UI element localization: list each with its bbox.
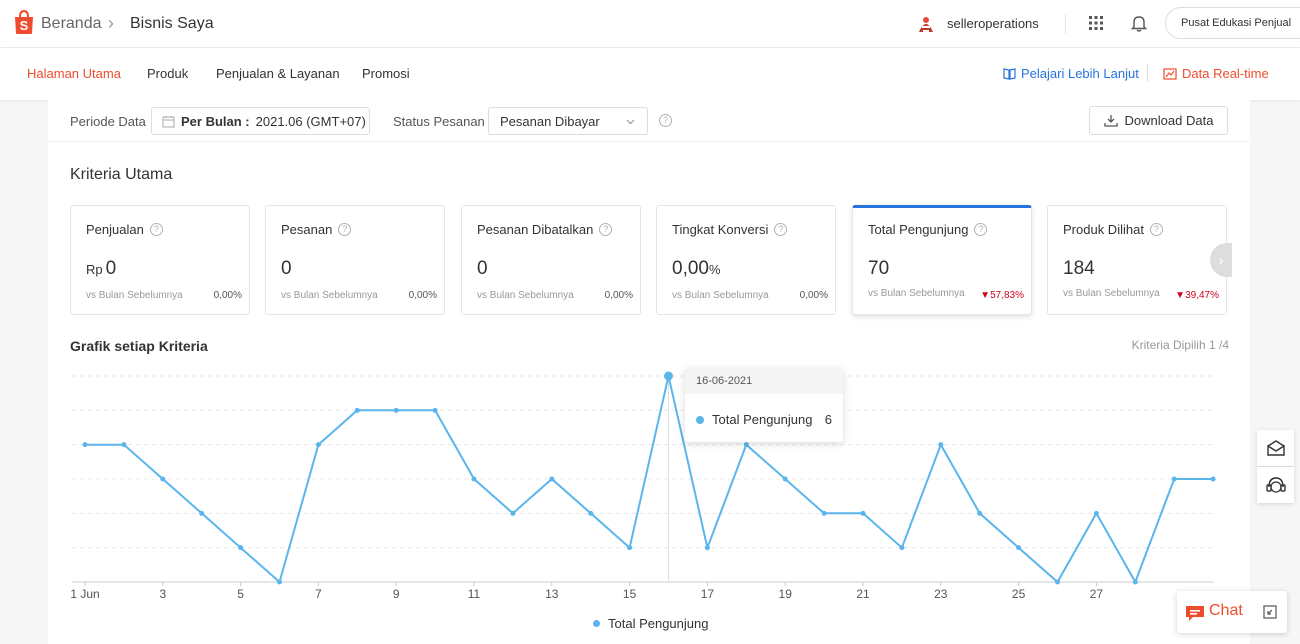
data-point[interactable] bbox=[549, 476, 555, 482]
data-point[interactable] bbox=[1093, 510, 1099, 516]
x-tick-label: 23 bbox=[934, 587, 948, 601]
data-point[interactable] bbox=[199, 510, 205, 516]
chat-icon bbox=[1186, 606, 1204, 621]
x-tick-label: 9 bbox=[393, 587, 400, 601]
data-point[interactable] bbox=[238, 545, 244, 551]
chart-tooltip: 16-06-2021 Total Pengunjung 6 bbox=[685, 368, 843, 442]
data-point[interactable] bbox=[354, 407, 360, 413]
tooltip-series-name: Total Pengunjung bbox=[712, 412, 813, 427]
x-tick-label: 7 bbox=[315, 587, 322, 601]
x-tick-label: 19 bbox=[779, 587, 793, 601]
data-point[interactable] bbox=[432, 407, 438, 413]
message-tool-button[interactable] bbox=[1257, 430, 1294, 466]
data-point[interactable] bbox=[743, 442, 749, 448]
data-point[interactable] bbox=[899, 545, 905, 551]
chat-button[interactable]: Chat bbox=[1177, 591, 1287, 633]
data-point[interactable] bbox=[277, 579, 282, 585]
headset-icon bbox=[1265, 477, 1286, 493]
data-point[interactable] bbox=[315, 442, 321, 448]
data-point[interactable] bbox=[782, 476, 788, 482]
x-tick-label: 11 bbox=[468, 587, 481, 601]
chart-legend[interactable]: Total Pengunjung bbox=[593, 616, 708, 631]
legend-dot bbox=[593, 620, 600, 627]
data-point[interactable] bbox=[160, 476, 166, 482]
data-point[interactable] bbox=[977, 510, 983, 516]
data-point[interactable] bbox=[121, 442, 127, 448]
data-point[interactable] bbox=[664, 371, 673, 381]
x-tick-label: 3 bbox=[159, 587, 166, 601]
data-point[interactable] bbox=[471, 476, 477, 482]
data-point[interactable] bbox=[1132, 579, 1138, 585]
inbox-icon bbox=[1266, 440, 1285, 456]
x-tick-label: 25 bbox=[1012, 587, 1026, 601]
data-point[interactable] bbox=[860, 510, 866, 516]
data-point[interactable] bbox=[510, 510, 516, 516]
legend-label: Total Pengunjung bbox=[608, 616, 709, 631]
data-point[interactable] bbox=[393, 407, 399, 413]
x-tick-label: 13 bbox=[545, 587, 559, 601]
tooltip-series-dot bbox=[696, 415, 704, 424]
data-point[interactable] bbox=[1055, 579, 1060, 585]
x-tick-label: 5 bbox=[237, 587, 244, 601]
data-point[interactable] bbox=[82, 442, 88, 448]
x-axis-ticks: 1 Jun 3 5 7 9 11 13 15 17 19 21 23 25 27 bbox=[70, 582, 1103, 601]
data-point[interactable] bbox=[1171, 476, 1177, 482]
tooltip-date: 16-06-2021 bbox=[685, 368, 843, 394]
minimize-icon[interactable] bbox=[1263, 605, 1277, 619]
data-point[interactable] bbox=[938, 442, 944, 448]
data-point[interactable] bbox=[704, 545, 710, 551]
line-chart[interactable]: 1 Jun 3 5 7 9 11 13 15 17 19 21 23 25 27 bbox=[0, 0, 1300, 644]
x-tick-label: 21 bbox=[856, 587, 870, 601]
x-tick-label: 15 bbox=[623, 587, 637, 601]
series-points bbox=[82, 371, 1216, 585]
chat-label: Chat bbox=[1209, 602, 1243, 619]
tooltip-row: Total Pengunjung 6 bbox=[696, 412, 832, 427]
tooltip-value: 6 bbox=[824, 412, 832, 427]
x-tick-label: 27 bbox=[1090, 587, 1104, 601]
x-tick-label: 17 bbox=[701, 587, 715, 601]
data-point[interactable] bbox=[588, 510, 594, 516]
data-point[interactable] bbox=[821, 510, 827, 516]
support-tool-button[interactable] bbox=[1257, 467, 1294, 503]
data-point[interactable] bbox=[627, 545, 633, 551]
data-point[interactable] bbox=[1016, 545, 1022, 551]
x-tick-label: 1 Jun bbox=[70, 587, 99, 601]
data-point[interactable] bbox=[1210, 476, 1216, 482]
